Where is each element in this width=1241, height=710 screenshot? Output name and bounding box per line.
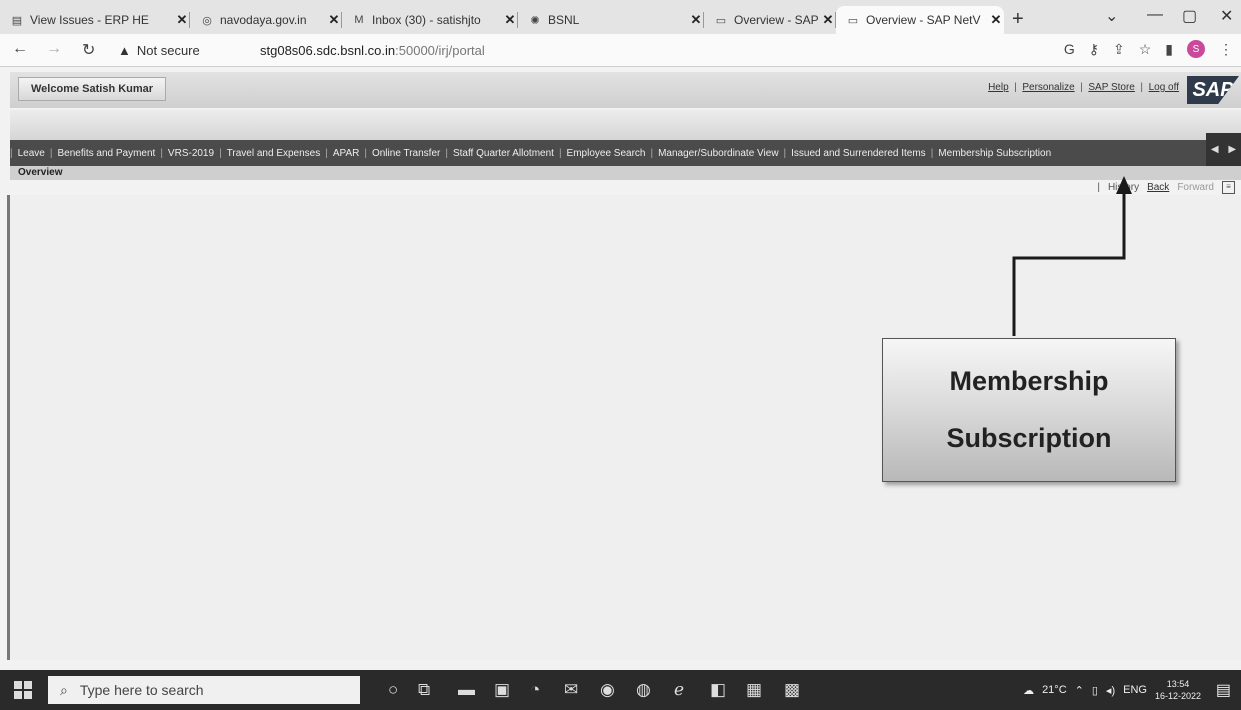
annotation-callout: Membership Subscription [882, 338, 1176, 482]
search-icon: ⌕ [60, 681, 68, 698]
mail-icon[interactable]: ✉ [564, 680, 578, 700]
store-icon[interactable]: ▣ [494, 680, 510, 700]
clock-date: 16-12-2022 [1154, 691, 1201, 701]
callout-line-2: Subscription [946, 423, 1112, 453]
ie-icon[interactable]: ℯ [674, 680, 684, 700]
app-icon[interactable]: ◔ [530, 680, 540, 700]
temperature[interactable]: 21°C [1042, 684, 1067, 696]
clock[interactable]: 13:54 16-12-2022 [1155, 678, 1201, 702]
cortana-icon[interactable]: ○ [388, 680, 398, 700]
chevron-up-icon[interactable]: ⌃ [1075, 684, 1084, 697]
system-tray: ☁ 21°C ⌃ ▯ ◂) ENG 13:54 16-12-2022 [1023, 678, 1201, 702]
windows-start-icon[interactable] [14, 681, 32, 699]
callout-line-1: Membership [949, 366, 1109, 396]
speaker-icon[interactable]: ◂) [1106, 684, 1115, 697]
firefox-icon[interactable]: ◉ [600, 680, 615, 700]
arrow-line [1012, 190, 1126, 336]
file-explorer-icon[interactable]: ▬ [458, 680, 475, 700]
notes-icon[interactable]: ▦ [746, 680, 762, 700]
arrow-head [1116, 176, 1132, 194]
chrome-icon[interactable]: ◍ [636, 680, 651, 700]
windows-taskbar: ⌕ Type here to search ○ ⧉ ▬ ▣ ◔ ✉ ◉ ◍ ℯ … [0, 670, 1241, 710]
media-icon[interactable]: ▩ [784, 680, 800, 700]
notification-icon[interactable]: ▤ [1216, 680, 1231, 700]
weather-icon[interactable]: ☁ [1023, 684, 1034, 697]
photo-icon[interactable]: ◧ [710, 680, 726, 700]
network-icon[interactable]: ▯ [1092, 684, 1098, 697]
search-placeholder: Type here to search [79, 682, 204, 698]
clock-time: 13:54 [1166, 679, 1190, 689]
task-view-icon[interactable]: ⧉ [418, 680, 430, 700]
language-indicator[interactable]: ENG [1123, 684, 1147, 696]
taskbar-search-box[interactable]: ⌕ Type here to search [48, 676, 360, 704]
